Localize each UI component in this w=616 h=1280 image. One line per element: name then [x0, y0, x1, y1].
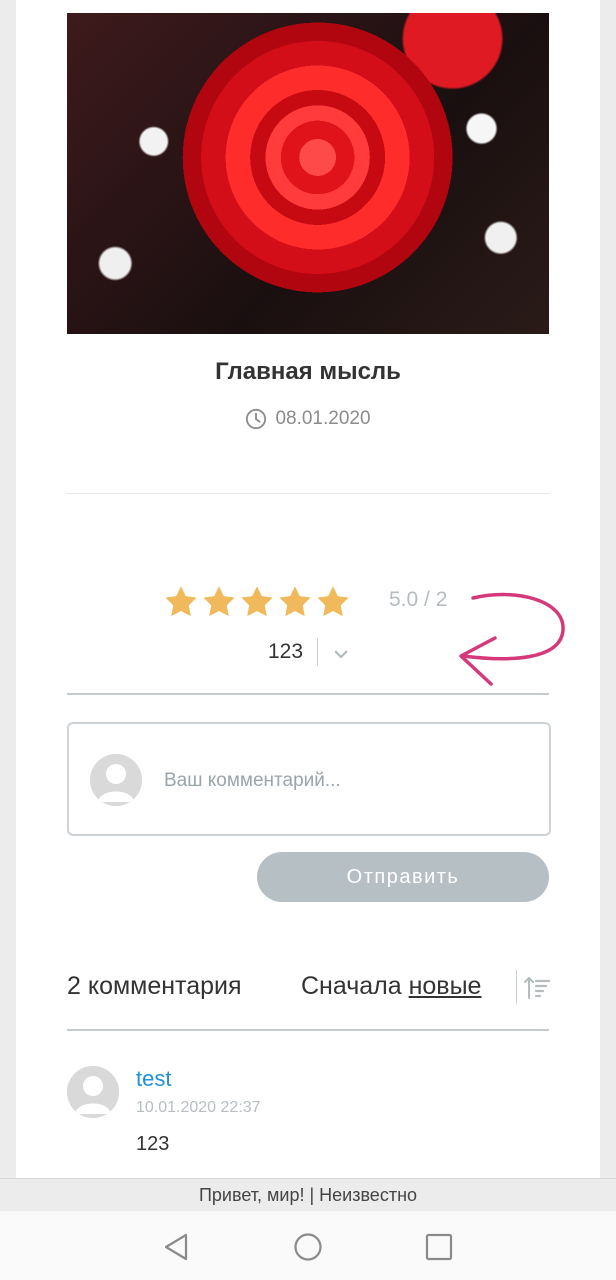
comment-author[interactable]: test: [136, 1066, 171, 1092]
post-date: 08.01.2020: [67, 408, 549, 430]
star-icon[interactable]: [239, 584, 275, 620]
footer-bar: Привет, мир! | Неизвестно: [0, 1178, 616, 1212]
divider: [67, 693, 549, 695]
user-avatar-icon: [90, 754, 142, 806]
post-image: [67, 13, 549, 334]
star-rating[interactable]: [163, 584, 351, 620]
star-icon[interactable]: [201, 584, 237, 620]
divider: [67, 493, 549, 494]
post-title: Главная мысль: [215, 358, 401, 385]
user-avatar-icon: [67, 1066, 119, 1118]
back-icon[interactable]: [160, 1231, 192, 1263]
sort-separator: [516, 970, 517, 1004]
rating-summary: 5.0 / 2: [389, 588, 448, 611]
vote-separator: [317, 638, 318, 666]
chevron-down-icon[interactable]: [332, 645, 350, 663]
home-icon[interactable]: [292, 1231, 324, 1263]
star-icon[interactable]: [277, 584, 313, 620]
divider: [67, 1029, 549, 1031]
star-icon[interactable]: [163, 584, 199, 620]
comment-time: 10.01.2020 22:37: [136, 1099, 261, 1116]
send-button[interactable]: Отправить: [257, 852, 549, 902]
sort-control: Сначала новые: [301, 972, 481, 1001]
android-nav-bar: [0, 1211, 616, 1280]
vote-count: 123: [268, 640, 304, 663]
comment-text: 123: [136, 1133, 170, 1155]
recents-icon[interactable]: [423, 1231, 455, 1263]
annotation-arrow: [459, 592, 565, 686]
sort-prefix: Сначала: [301, 972, 402, 1000]
clock-icon: [246, 408, 267, 430]
sort-icon[interactable]: [524, 975, 550, 1001]
sort-link[interactable]: новые: [409, 972, 482, 1000]
post-date-text: 08.01.2020: [275, 408, 371, 429]
comments-count: 2 комментария: [67, 972, 242, 1000]
comment-input[interactable]: [162, 765, 536, 797]
star-icon[interactable]: [315, 584, 351, 620]
